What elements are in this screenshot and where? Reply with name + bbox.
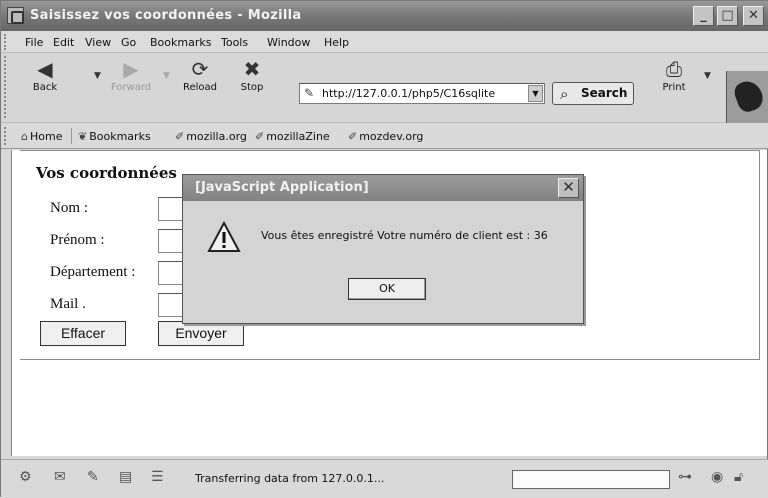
menu-window[interactable]: Window <box>267 36 310 49</box>
toolbar-grip[interactable] <box>4 34 8 50</box>
bookmarks-label: Bookmarks <box>89 130 151 143</box>
search-label: Search <box>581 86 628 100</box>
irc-chat-icon[interactable]: ☰ <box>151 469 164 485</box>
close-button[interactable]: ✕ <box>743 6 764 26</box>
home-link[interactable]: ⌂ Home <box>21 130 62 143</box>
navigation-toolbar: ◀ Back ▼ ▶ Forward ▼ ⟳ Reload ✖ Stop ✎ h… <box>1 53 768 123</box>
submit-button[interactable]: Envoyer <box>158 321 244 346</box>
menu-go[interactable]: Go <box>121 36 136 49</box>
mail-label: Mail . <box>50 296 86 312</box>
stop-button[interactable]: ✖ Stop <box>235 58 269 93</box>
menu-bookmarks[interactable]: Bookmarks <box>150 36 211 49</box>
toolbar-grip[interactable] <box>4 127 8 145</box>
print-dropdown-icon[interactable]: ▼ <box>704 71 711 81</box>
status-text: Transferring data from 127.0.0.1... <box>195 472 385 485</box>
online-status-icon[interactable]: ⊶ <box>678 469 692 485</box>
bookmarks-link[interactable]: ❦ Bookmarks <box>78 130 151 143</box>
warning-icon <box>207 221 241 252</box>
back-arrow-icon: ◀ <box>37 57 53 81</box>
separator <box>71 128 72 144</box>
toolbar-grip[interactable] <box>4 56 8 118</box>
alert-dialog: [JavaScript Application] ✕ Vous êtes enr… <box>182 174 584 324</box>
forward-label: Forward <box>110 82 152 93</box>
dialog-message: Vous êtes enregistré Votre numéro de cli… <box>261 229 548 242</box>
back-button[interactable]: ◀ Back <box>25 58 65 93</box>
composer-icon[interactable]: ✎ <box>87 469 99 485</box>
prenom-label: Prénom : <box>50 232 105 248</box>
bookmark-icon: ✐ <box>255 130 265 143</box>
forward-button[interactable]: ▶ Forward <box>106 58 156 93</box>
search-button[interactable]: ⌕ Search <box>552 82 634 105</box>
minimize-button[interactable]: _ <box>693 6 714 26</box>
fieldset-legend: Vos coordonnées <box>34 164 181 182</box>
window-title: Saisissez vos coordonnées - Mozilla <box>30 8 302 23</box>
browser-window: Saisissez vos coordonnées - Mozilla _ □ … <box>0 0 768 498</box>
mozillazine-link[interactable]: ✐ mozillaZine <box>255 130 330 143</box>
printer-icon: ⎙ <box>666 57 682 81</box>
menu-file[interactable]: File <box>25 36 43 49</box>
reset-button[interactable]: Effacer <box>40 321 126 346</box>
address-book-icon[interactable]: ▤ <box>119 469 132 485</box>
maximize-button[interactable]: □ <box>717 6 738 26</box>
reload-label: Reload <box>182 82 218 93</box>
print-label: Print <box>662 82 686 93</box>
url-dropdown-icon[interactable]: ▼ <box>528 85 543 102</box>
dialog-close-button[interactable]: ✕ <box>558 178 579 198</box>
app-icon <box>7 7 24 24</box>
reload-button[interactable]: ⟳ Reload <box>179 58 221 93</box>
mozilla-org-label: mozilla.org <box>186 130 247 143</box>
forward-dropdown-icon[interactable]: ▼ <box>163 71 170 81</box>
mail-icon[interactable]: ✉ <box>54 469 66 485</box>
mozilla-org-link[interactable]: ✐ mozilla.org <box>175 130 247 143</box>
page-icon: ✎ <box>304 86 315 100</box>
url-text: http://127.0.0.1/php5/C16sqlite <box>322 87 496 100</box>
nom-label: Nom : <box>50 200 88 216</box>
stop-icon: ✖ <box>243 57 261 81</box>
back-label: Back <box>32 82 58 93</box>
url-bar[interactable]: ✎ http://127.0.0.1/php5/C16sqlite ▼ <box>299 83 545 104</box>
progress-bar <box>512 470 670 489</box>
menu-help[interactable]: Help <box>324 36 349 49</box>
ok-button[interactable]: OK <box>348 278 426 300</box>
personal-toolbar: ⌂ Home ❦ Bookmarks ✐ mozilla.org ✐ mozillaZi… <box>1 123 768 149</box>
mozdev-org-link[interactable]: ✐ mozdev.org <box>348 130 423 143</box>
home-label: Home <box>29 130 63 143</box>
bookmark-icon: ✐ <box>175 130 185 143</box>
navigator-icon[interactable]: ⚙ <box>19 469 32 485</box>
search-icon: ⌕ <box>560 85 569 103</box>
title-bar: Saisissez vos coordonnées - Mozilla _ □ … <box>1 1 768 31</box>
home-icon: ⌂ <box>21 130 28 143</box>
status-bar: ⚙ ✉ ✎ ▤ ☰ Transferring data from 127.0.0… <box>1 459 768 498</box>
back-dropdown-icon[interactable]: ▼ <box>94 71 101 81</box>
stop-label: Stop <box>240 82 264 93</box>
menu-tools[interactable]: Tools <box>221 36 248 49</box>
menu-view[interactable]: View <box>85 36 111 49</box>
reload-icon: ⟳ <box>191 57 209 81</box>
cookie-icon[interactable]: ◉ <box>711 469 723 485</box>
print-button[interactable]: ⎙ Print <box>656 58 692 93</box>
security-lock-icon[interactable]: 🔓︎ <box>734 469 743 485</box>
dialog-title: [JavaScript Application] <box>183 175 583 201</box>
departement-label: Département : <box>50 264 136 280</box>
menu-bar: File Edit View Go Bookmarks Tools Window… <box>1 31 768 53</box>
menu-edit[interactable]: Edit <box>53 36 74 49</box>
bookmarks-icon: ❦ <box>78 130 88 143</box>
forward-arrow-icon: ▶ <box>123 57 139 81</box>
mozilla-throbber-logo[interactable] <box>726 71 768 123</box>
mozillazine-label: mozillaZine <box>266 130 330 143</box>
bookmark-icon: ✐ <box>348 130 358 143</box>
mozdev-org-label: mozdev.org <box>359 130 424 143</box>
